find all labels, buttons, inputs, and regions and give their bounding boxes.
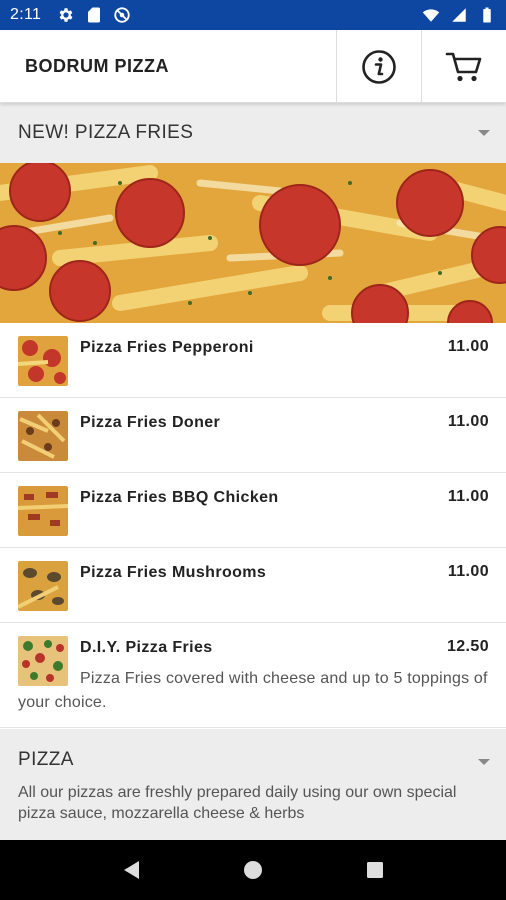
item-price: 11.00 — [447, 488, 489, 505]
gear-icon — [59, 8, 73, 22]
list-item[interactable]: Pizza Fries Pepperoni 11.00 — [0, 323, 506, 398]
info-icon — [362, 49, 396, 84]
section-header-pizza[interactable]: PIZZA All our pizzas are freshly prepare… — [0, 729, 506, 840]
item-description: Pizza Fries covered with cheese and up t… — [18, 670, 488, 711]
list-item[interactable]: Pizza Fries Mushrooms 11.00 — [0, 548, 506, 623]
section-title: NEW! PIZZA FRIES — [18, 122, 194, 143]
item-name: Pizza Fries Mushrooms — [80, 564, 267, 581]
recents-square-icon — [367, 862, 383, 878]
item-thumbnail — [18, 336, 68, 386]
item-price: 12.50 — [446, 638, 489, 655]
cart-button[interactable] — [421, 30, 506, 103]
back-button[interactable] — [111, 850, 151, 890]
item-name: Pizza Fries Pepperoni — [80, 339, 254, 356]
info-button[interactable] — [336, 30, 421, 103]
chevron-down-icon — [478, 759, 490, 765]
item-thumbnail — [18, 636, 68, 686]
section-header-pizza-fries[interactable]: NEW! PIZZA FRIES — [0, 103, 506, 163]
section-title: PIZZA — [18, 749, 74, 770]
recents-button[interactable] — [355, 850, 395, 890]
status-right-icons — [422, 6, 496, 24]
signal-icon — [452, 8, 466, 22]
system-nav-bar — [0, 840, 506, 900]
wifi-icon — [422, 9, 440, 22]
item-thumbnail — [18, 411, 68, 461]
cart-icon — [445, 52, 482, 81]
pizza-fries-banner — [0, 163, 506, 323]
chevron-down-icon — [478, 130, 490, 136]
item-list: Pizza Fries Pepperoni 11.00 Pizza Fries … — [0, 323, 506, 728]
item-price: 11.00 — [447, 338, 489, 355]
sd-card-icon — [88, 7, 101, 23]
list-item[interactable]: D.I.Y. Pizza Fries 12.50 Pizza Fries cov… — [0, 623, 506, 728]
item-name: D.I.Y. Pizza Fries — [80, 639, 213, 656]
item-name: Pizza Fries BBQ Chicken — [80, 489, 279, 506]
list-item[interactable]: Pizza Fries BBQ Chicken 11.00 — [0, 473, 506, 548]
home-circle-icon — [244, 861, 262, 879]
do-not-disturb-icon — [114, 7, 130, 23]
status-left-icons — [57, 6, 131, 24]
item-thumbnail — [18, 561, 68, 611]
section-description: All our pizzas are freshly prepared dail… — [18, 784, 457, 822]
home-button[interactable] — [233, 850, 273, 890]
battery-icon — [483, 7, 491, 23]
app-title: BODRUM PIZZA — [25, 55, 169, 76]
app-header: BODRUM PIZZA — [0, 30, 506, 103]
back-triangle-icon — [124, 861, 139, 879]
status-bar: 2:11 — [0, 0, 506, 30]
item-thumbnail — [18, 486, 68, 536]
item-price: 11.00 — [447, 413, 489, 430]
list-item[interactable]: Pizza Fries Doner 11.00 — [0, 398, 506, 473]
item-price: 11.00 — [447, 563, 489, 580]
status-time: 2:11 — [10, 6, 42, 23]
item-name: Pizza Fries Doner — [80, 414, 221, 431]
banner-image — [0, 163, 506, 323]
